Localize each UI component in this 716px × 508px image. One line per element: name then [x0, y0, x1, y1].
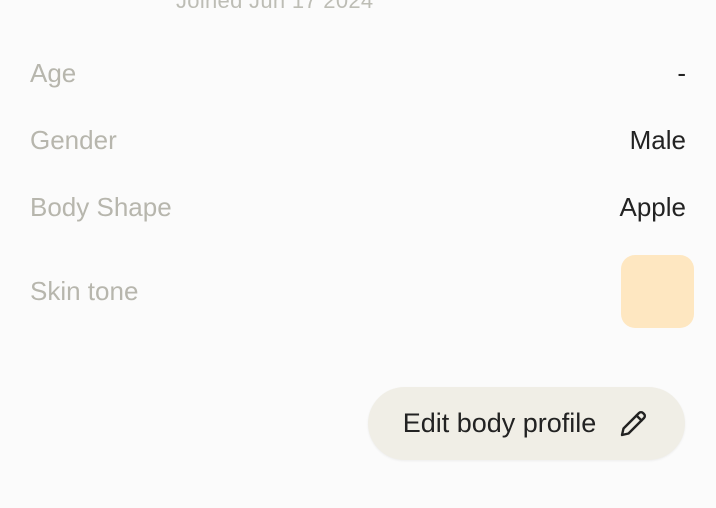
skin-tone-swatch	[621, 254, 694, 328]
skin-tone-row: Skin tone	[30, 254, 694, 328]
age-row: Age -	[30, 52, 686, 94]
body-shape-row: Body Shape Apple	[30, 186, 686, 228]
age-value: -	[677, 57, 686, 88]
age-label: Age	[30, 57, 77, 88]
edit-body-profile-button[interactable]: Edit body profile	[368, 387, 685, 460]
gender-value: Male	[629, 124, 686, 155]
body-shape-label: Body Shape	[30, 191, 172, 222]
gender-label: Gender	[30, 124, 117, 155]
pencil-icon	[616, 407, 650, 441]
gender-row: Gender Male	[30, 119, 686, 161]
body-shape-value: Apple	[619, 191, 687, 222]
edit-body-profile-label: Edit body profile	[402, 408, 597, 438]
skin-tone-label: Skin tone	[30, 275, 139, 306]
joined-date: Joined Jun 17 2024	[176, 0, 374, 13]
